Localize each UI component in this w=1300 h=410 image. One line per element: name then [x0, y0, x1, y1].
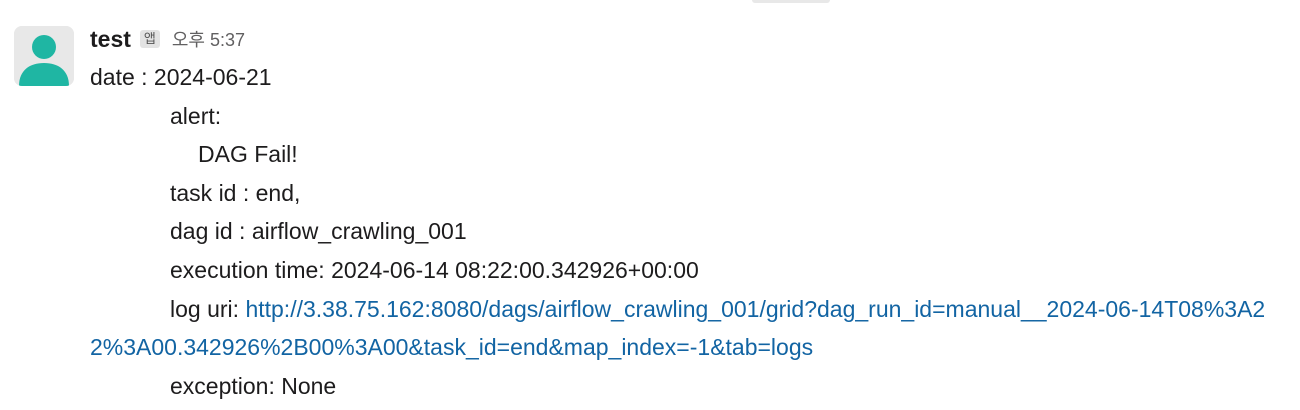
log-uri-label: log uri: — [170, 295, 246, 322]
message-header: test 앱 오후 5:37 — [90, 24, 245, 54]
message-body: date : 2024-06-21 alert: DAG Fail! task … — [90, 58, 1290, 405]
alert-message: DAG Fail! — [198, 141, 298, 168]
sender-name[interactable]: test — [90, 26, 131, 53]
dag-id-line: dag id : airflow_crawling_001 — [170, 218, 467, 245]
alert-label: alert: — [170, 102, 222, 129]
date-line: date : 2024-06-21 — [90, 64, 272, 90]
user-avatar-icon[interactable] — [14, 26, 74, 86]
task-id-line: task id : end, — [170, 179, 301, 206]
app-badge: 앱 — [139, 30, 160, 48]
log-uri-link[interactable]: http://3.38.75.162:8080/dags/airflow_cra… — [90, 296, 1265, 361]
exception-line: exception: None — [170, 372, 337, 399]
log-uri-line: log uri: http://3.38.75.162:8080/dags/ai… — [90, 290, 1290, 367]
message-timestamp[interactable]: 오후 5:37 — [172, 26, 245, 52]
chat-message: test 앱 오후 5:37 date : 2024-06-21 alert: … — [0, 0, 1300, 410]
execution-time-line: execution time: 2024-06-14 08:22:00.3429… — [170, 256, 699, 283]
